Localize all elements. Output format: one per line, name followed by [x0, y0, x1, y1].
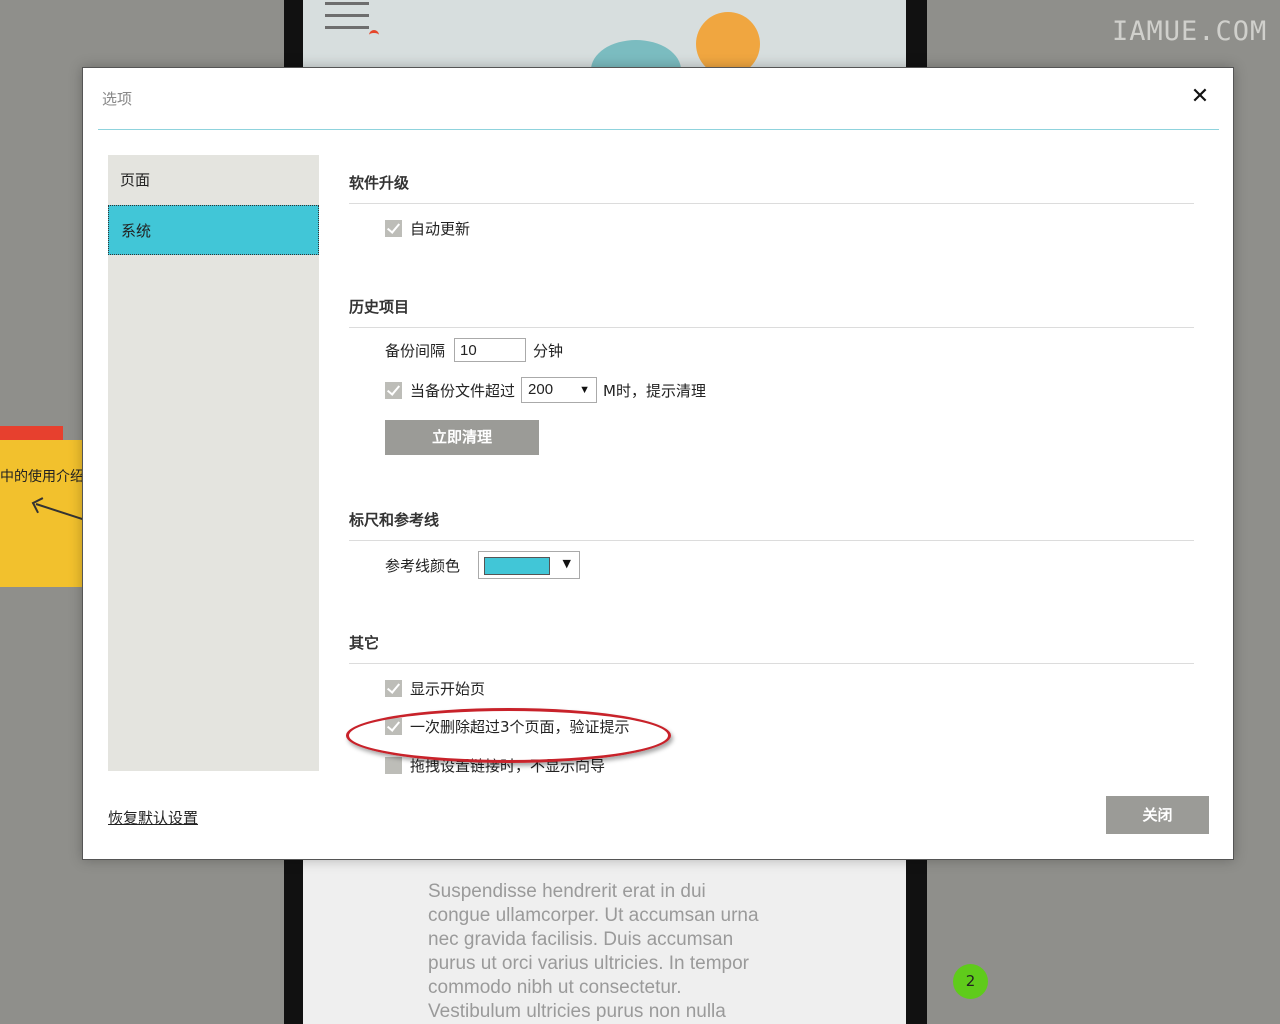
section-title: 标尺和参考线	[349, 511, 440, 529]
section-title: 其它	[349, 634, 380, 652]
background-content: Suspendisse hendrerit erat in dui congue…	[303, 860, 906, 1024]
section-divider	[349, 327, 1194, 328]
section-divider	[349, 540, 1194, 541]
chevron-down-icon: ▼	[579, 384, 591, 396]
guide-color-swatch	[484, 557, 551, 575]
close-button[interactable]: 关闭	[1106, 796, 1209, 834]
options-sidebar: 页面 系统	[108, 155, 319, 771]
page-number-badge[interactable]: 2	[953, 964, 988, 999]
dialog-title: 选项	[102, 90, 133, 108]
decorative-shape	[591, 40, 681, 68]
show-start-page-label: 显示开始页	[410, 680, 486, 698]
lorem-text: Suspendisse hendrerit erat in dui congue…	[428, 880, 788, 1024]
guide-color-row: 参考线颜色 ▼	[385, 551, 581, 579]
menu-icon	[325, 2, 369, 38]
sticky-note-text: 中的使用介绍	[0, 469, 84, 485]
close-icon[interactable]: ✕	[1189, 86, 1211, 108]
section-other: 其它 显示开始页 一次删除超过3个页面，验证提示 拖拽设置链接时，不显示向导	[349, 632, 1194, 775]
section-divider	[349, 203, 1194, 204]
size-warning-row: 当备份文件超过 200 ▼ M时，提示清理	[385, 377, 706, 403]
chevron-down-icon: ▼	[562, 557, 572, 570]
lorem-line: Suspendisse hendrerit erat in dui	[428, 881, 706, 902]
watermark: IAMUE.COM	[1112, 16, 1268, 47]
show-start-page-checkbox[interactable]	[385, 680, 402, 697]
restore-defaults-link[interactable]: 恢复默认设置	[108, 807, 198, 828]
annotation-highlight-ellipse	[346, 708, 671, 763]
clean-now-button[interactable]: 立即清理	[385, 420, 539, 455]
title-divider	[98, 129, 1219, 130]
auto-update-label: 自动更新	[410, 220, 471, 238]
size-warning-suffix: M时，提示清理	[603, 381, 706, 400]
section-title: 软件升级	[349, 174, 410, 192]
section-history: 历史项目 备份间隔 分钟 当备份文件超过 200 ▼ M时，提示清理 立即清理	[349, 296, 1194, 455]
options-dialog: 选项 ✕ 页面 系统 软件升级 自动更新 历史项目 备份间隔 分钟 当备份文件超…	[82, 67, 1234, 860]
auto-update-row: 自动更新	[385, 218, 470, 239]
sidebar-item-page[interactable]: 页面	[108, 155, 319, 205]
lorem-line: nec gravida facilisis. Duis accumsan	[428, 929, 734, 950]
auto-update-checkbox[interactable]	[385, 220, 402, 237]
lorem-line: Vestibulum ultricies purus non nulla	[428, 1001, 726, 1022]
size-warning-select[interactable]: 200 ▼	[521, 377, 598, 403]
lorem-line: congue ullamcorper. Ut accumsan urna	[428, 905, 759, 926]
backup-interval-input[interactable]	[454, 338, 527, 362]
guide-color-select[interactable]: ▼	[478, 551, 581, 579]
section-title: 历史项目	[349, 298, 410, 316]
background-header	[303, 0, 906, 68]
size-warning-label: 当备份文件超过	[410, 381, 516, 400]
backup-interval-label: 备份间隔	[385, 341, 446, 360]
drag-link-checkbox[interactable]	[385, 757, 402, 774]
lorem-line: purus ut orci varius ultricies. In tempo…	[428, 953, 750, 974]
section-upgrade: 软件升级 自动更新	[349, 172, 1194, 238]
section-divider	[349, 663, 1194, 664]
section-ruler: 标尺和参考线 参考线颜色 ▼	[349, 509, 1194, 579]
backup-interval-row: 备份间隔 分钟	[385, 338, 563, 362]
decorative-circle	[696, 12, 760, 68]
backup-interval-unit: 分钟	[533, 341, 564, 360]
guide-color-label: 参考线颜色	[385, 556, 461, 575]
refresh-icon	[369, 30, 379, 39]
size-warning-checkbox[interactable]	[385, 381, 402, 399]
size-warning-value: 200	[528, 381, 554, 398]
sidebar-item-system[interactable]: 系统	[108, 205, 319, 255]
lorem-line: commodo nibh ut consectetur.	[428, 977, 682, 998]
show-start-page-row: 显示开始页	[385, 678, 485, 699]
